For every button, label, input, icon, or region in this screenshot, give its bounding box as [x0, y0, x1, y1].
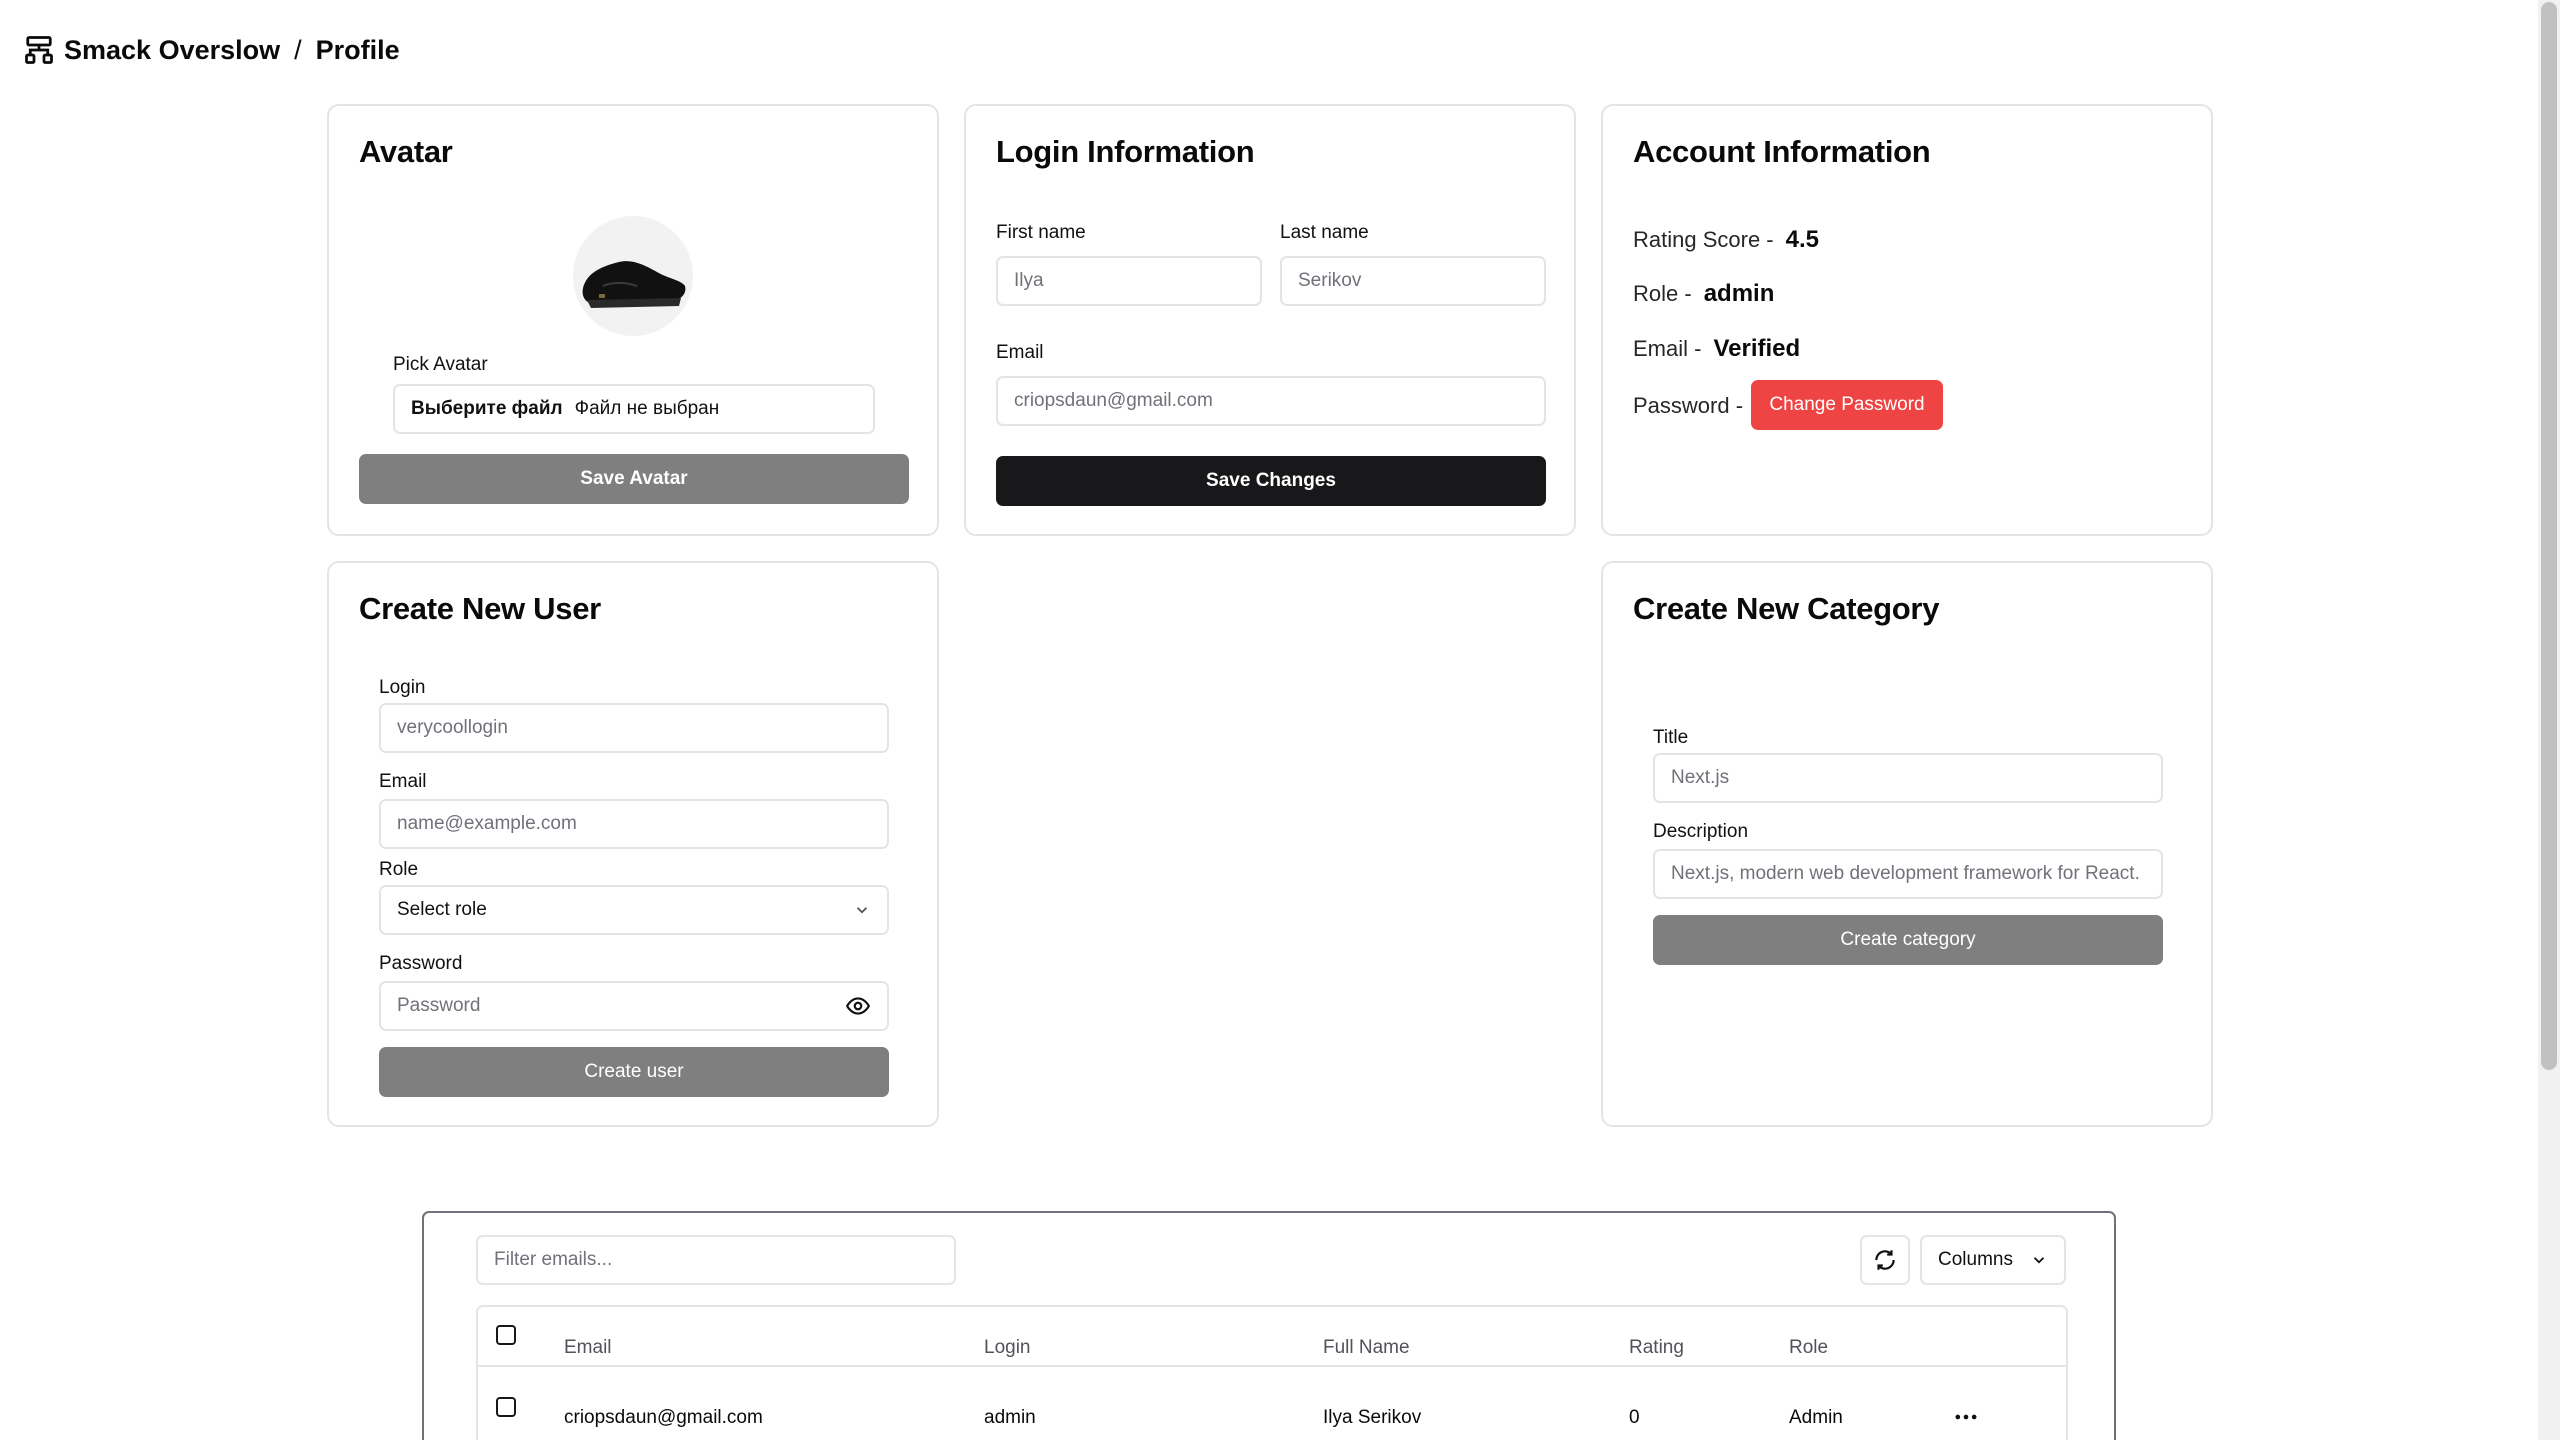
login-label: Login — [379, 677, 426, 698]
category-title-input[interactable]: Next.js — [1653, 753, 2163, 803]
create-user-card: Create New User Login verycoollogin Emai… — [327, 561, 939, 1127]
avatar-file-input[interactable]: Выберите файл Файл не выбран — [393, 384, 875, 434]
password-placeholder: Password — [397, 995, 481, 1016]
new-user-email-label: Email — [379, 771, 427, 792]
login-card-title: Login Information — [996, 134, 1255, 169]
columns-button[interactable]: Columns — [1920, 1235, 2066, 1285]
col-header-email[interactable]: Email — [564, 1337, 612, 1359]
role-row: Role - admin — [1633, 276, 1774, 312]
last-name-label: Last name — [1280, 222, 1369, 243]
breadcrumb: Smack Overslow / Profile — [24, 30, 400, 70]
first-name-input[interactable]: Ilya — [996, 256, 1262, 306]
avatar-card-title: Avatar — [359, 134, 453, 169]
account-card-title: Account Information — [1633, 134, 1931, 169]
eye-icon[interactable] — [845, 993, 871, 1019]
avatar-card: Avatar Pick Avatar Выберите файл Файл не… — [327, 104, 939, 536]
save-avatar-button[interactable]: Save Avatar — [359, 454, 909, 504]
page-title: Profile — [315, 34, 400, 65]
category-description-input[interactable]: Next.js, modern web development framewor… — [1653, 849, 2163, 899]
password-input[interactable]: Password — [379, 981, 889, 1031]
rating-value: 4.5 — [1785, 226, 1819, 253]
col-header-login[interactable]: Login — [984, 1337, 1031, 1359]
choose-file-button[interactable]: Выберите файл — [411, 398, 563, 420]
refresh-icon — [1875, 1250, 1895, 1270]
sitemap-icon — [25, 36, 53, 64]
email-status-row: Email - Verified — [1633, 331, 1800, 367]
app-name[interactable]: Smack Overslow — [64, 35, 280, 66]
email-status-label: Email - — [1633, 336, 1702, 361]
row-login: admin — [984, 1407, 1036, 1428]
users-table: Email Login Full Name Rating Role criops… — [476, 1305, 2068, 1440]
refresh-button[interactable] — [1860, 1235, 1910, 1285]
role-select[interactable]: Select role — [379, 885, 889, 935]
row-checkbox[interactable] — [496, 1397, 516, 1417]
role-select-value: Select role — [397, 899, 487, 920]
password-row: Password - — [1633, 380, 1743, 432]
create-category-title: Create New Category — [1633, 591, 1940, 626]
filter-emails-input[interactable]: Filter emails... — [476, 1235, 956, 1285]
change-password-button[interactable]: Change Password — [1751, 380, 1943, 430]
col-header-full-name[interactable]: Full Name — [1323, 1337, 1410, 1359]
row-email: criopsdaun@gmail.com — [564, 1407, 763, 1428]
role-label: Role - — [1633, 281, 1692, 306]
select-all-checkbox[interactable] — [496, 1325, 516, 1345]
scrollbar-thumb[interactable] — [2541, 2, 2557, 1070]
chevron-down-icon — [2033, 1257, 2045, 1264]
new-user-email-input[interactable]: name@example.com — [379, 799, 889, 849]
last-name-input[interactable]: Serikov — [1280, 256, 1546, 306]
col-header-role[interactable]: Role — [1789, 1337, 1828, 1359]
email-label: Email — [996, 342, 1044, 363]
account-info-card: Account Information Rating Score - 4.5 R… — [1601, 104, 2213, 536]
row-rating: 0 — [1629, 1407, 1640, 1428]
rating-row: Rating Score - 4.5 — [1633, 222, 1819, 258]
email-status-value: Verified — [1713, 335, 1801, 362]
password-label: Password - — [1633, 393, 1744, 418]
create-user-title: Create New User — [359, 591, 601, 626]
col-header-rating[interactable]: Rating — [1629, 1337, 1684, 1359]
email-input[interactable]: criopsdaun@gmail.com — [996, 376, 1546, 426]
password-input-label: Password — [379, 953, 463, 974]
first-name-label: First name — [996, 222, 1086, 243]
role-select-label: Role — [379, 859, 419, 880]
row-role: Admin — [1789, 1407, 1843, 1428]
create-category-button[interactable]: Create category — [1653, 915, 2163, 965]
category-title-label: Title — [1653, 727, 1689, 748]
page-scrollbar[interactable] — [2538, 0, 2560, 1440]
columns-label: Columns — [1938, 1249, 2013, 1270]
login-input[interactable]: verycoollogin — [379, 703, 889, 753]
create-category-card: Create New Category Title Next.js Descri… — [1601, 561, 2213, 1127]
breadcrumb-separator: / — [294, 34, 302, 65]
role-value: admin — [1703, 280, 1775, 307]
login-info-card: Login Information First name Ilya Last n… — [964, 104, 1576, 536]
pick-avatar-label: Pick Avatar — [393, 354, 488, 375]
save-changes-button[interactable]: Save Changes — [996, 456, 1546, 506]
category-description-label: Description — [1653, 821, 1749, 842]
header-divider — [478, 1365, 2066, 1367]
rating-label: Rating Score - — [1633, 227, 1774, 252]
file-status: Файл не выбран — [574, 398, 720, 419]
avatar — [573, 216, 693, 336]
shoe-image — [582, 261, 686, 308]
create-user-button[interactable]: Create user — [379, 1047, 889, 1097]
row-full-name: Ilya Serikov — [1323, 1407, 1422, 1428]
chevron-down-icon — [856, 907, 868, 914]
more-actions-icon[interactable] — [1952, 1403, 1980, 1431]
users-table-card: Filter emails... Columns Email Login Ful… — [422, 1211, 2116, 1440]
